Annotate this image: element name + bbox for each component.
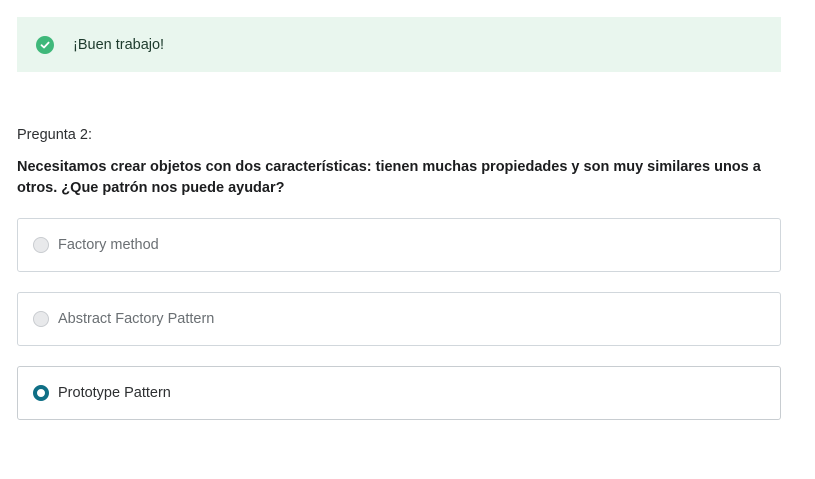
feedback-banner: ¡Buen trabajo! [17,17,781,72]
check-circle-icon [36,35,54,54]
radio-button[interactable] [33,237,49,253]
answer-option-label: Factory method [58,237,159,253]
answer-option-prototype[interactable]: Prototype Pattern [17,366,781,420]
radio-button[interactable] [33,311,49,327]
answer-option-label: Abstract Factory Pattern [58,311,215,327]
feedback-message: ¡Buen trabajo! [73,36,165,53]
answer-option-label: Prototype Pattern [58,385,171,401]
radio-button-selected[interactable] [33,385,49,401]
question-label: Pregunta 2: [17,127,92,143]
question-text: Necesitamos crear objetos con dos caract… [17,159,761,196]
answer-option-abstract-factory[interactable]: Abstract Factory Pattern [17,292,781,346]
answer-option-factory-method[interactable]: Factory method [17,218,781,272]
